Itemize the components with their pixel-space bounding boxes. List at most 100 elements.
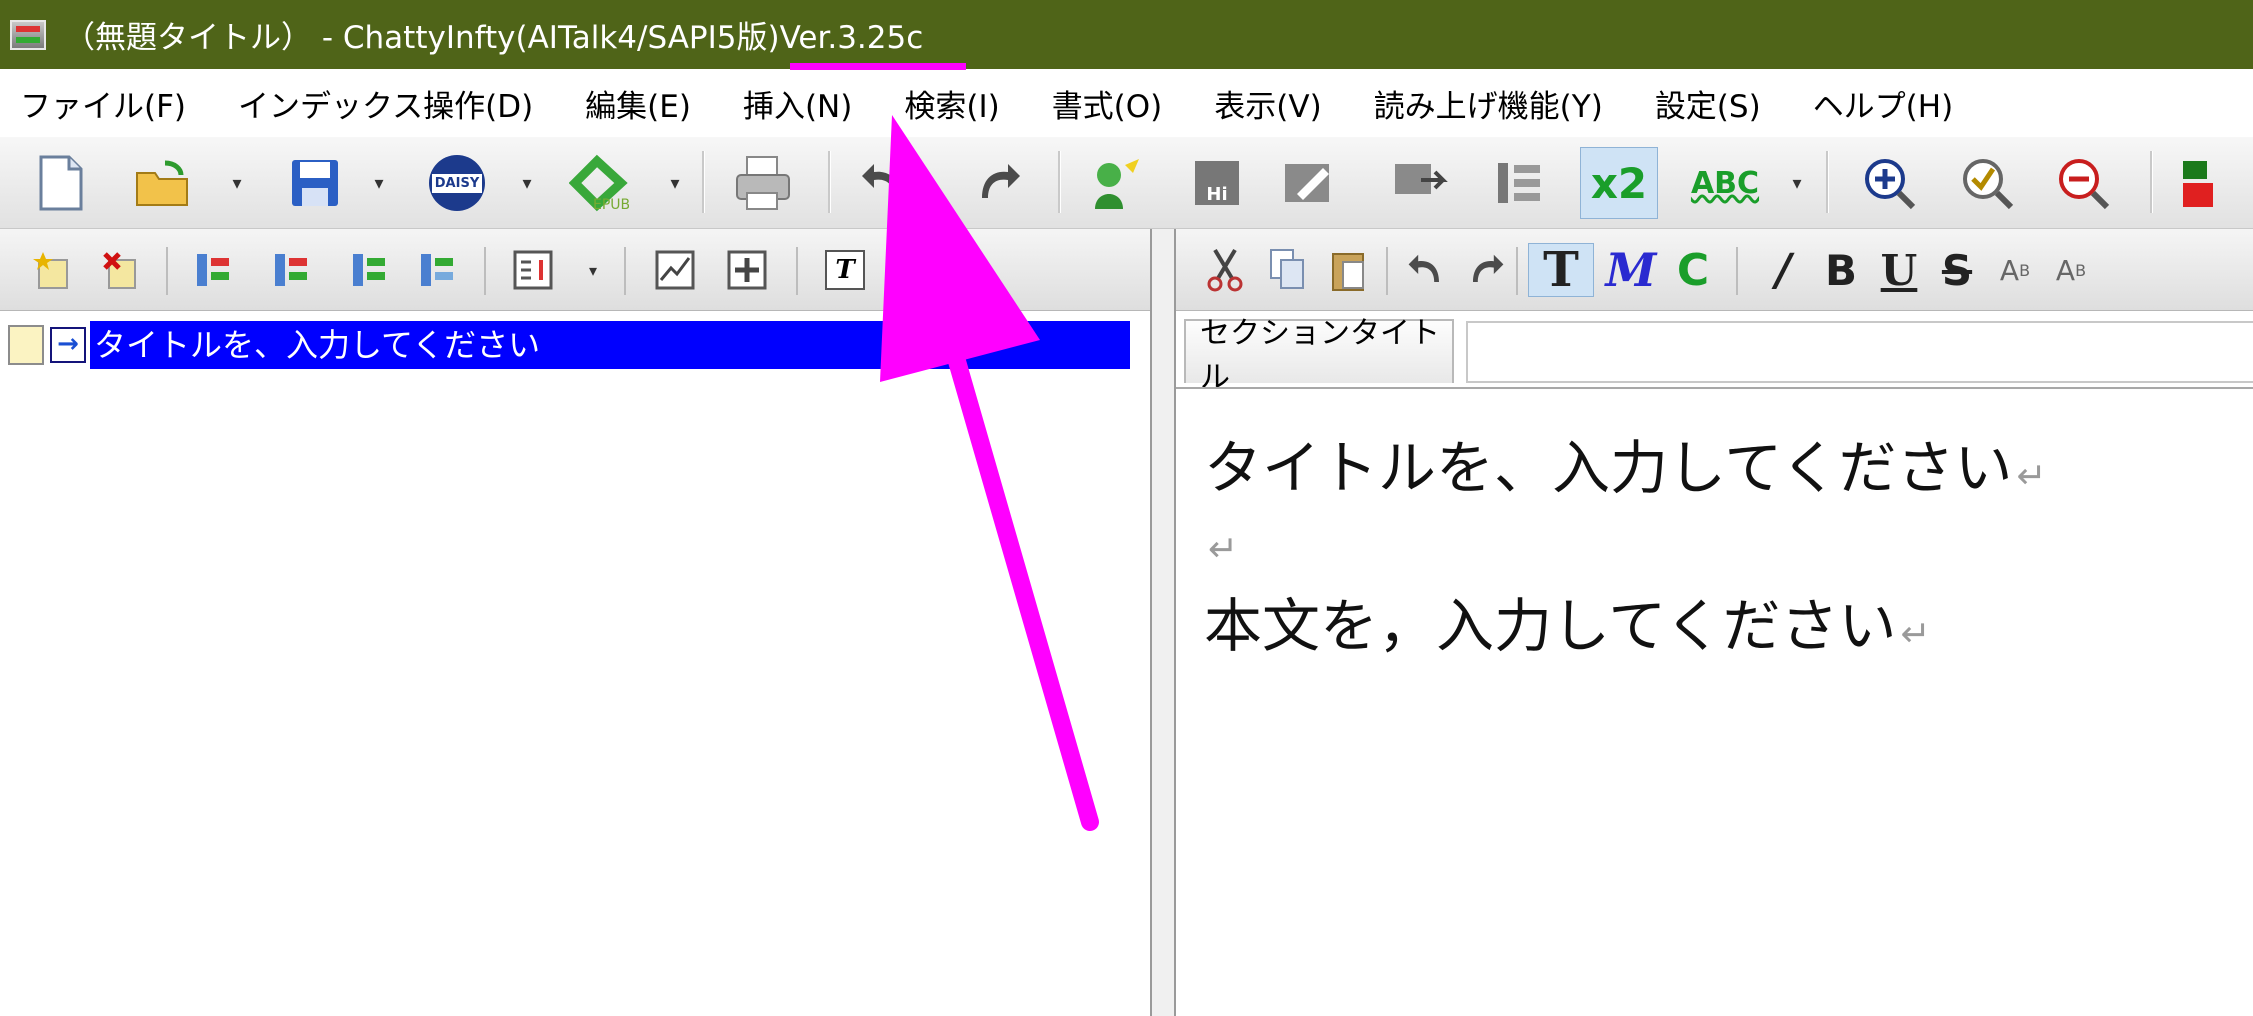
- new-document-icon[interactable]: [28, 147, 94, 219]
- save-dropdown-chevron-icon[interactable]: ▾: [368, 147, 390, 219]
- toolbar-separator: [796, 247, 798, 295]
- export-icon[interactable]: [1388, 147, 1454, 219]
- document-line[interactable]: 本文を，入力してください ↵: [1204, 579, 1931, 663]
- menu-index-operation[interactable]: インデックス操作(D): [238, 81, 533, 126]
- text-style-icon[interactable]: T: [820, 243, 870, 297]
- chemistry-mode-button[interactable]: C: [1668, 243, 1718, 297]
- split-view-icon[interactable]: [508, 243, 558, 297]
- save-icon[interactable]: [282, 147, 348, 219]
- graph-svg: [655, 250, 695, 290]
- list-icon[interactable]: [1486, 147, 1552, 219]
- outdent-icon[interactable]: [412, 243, 462, 297]
- format-toolbar: T M C / B U S AB AB: [1176, 229, 2253, 311]
- indent-icon[interactable]: [344, 243, 394, 297]
- new-item-icon[interactable]: [28, 243, 78, 297]
- open-dropdown-chevron-icon[interactable]: ▾: [226, 147, 248, 219]
- hi-icon[interactable]: Hi: [1184, 147, 1250, 219]
- epub-dropdown-chevron-icon[interactable]: ▾: [664, 147, 686, 219]
- copy-icon[interactable]: [1262, 243, 1312, 297]
- graph-icon[interactable]: [650, 243, 700, 297]
- main-toolbar: ▾ ▾ DAISY ▾ EPUB3 ▾ Hi x2 ABC ▾: [0, 137, 2253, 229]
- spellcheck-abc-icon[interactable]: ABC: [1688, 147, 1762, 219]
- menu-format[interactable]: 書式(O): [1052, 81, 1163, 126]
- zoom-out-icon[interactable]: [2050, 147, 2116, 219]
- daisy-icon[interactable]: DAISY: [424, 147, 490, 219]
- daisy-dropdown-chevron-icon[interactable]: ▾: [516, 147, 538, 219]
- format-redo-icon[interactable]: [1460, 243, 1510, 297]
- undo-svg: [862, 164, 900, 198]
- toolbar-separator: [624, 247, 626, 295]
- subscript-icon[interactable]: AB: [2046, 243, 2096, 297]
- format-undo-svg: [1408, 254, 1439, 282]
- document-line[interactable]: タイトルを、入力してください ↵: [1204, 421, 2047, 505]
- delete-item-icon[interactable]: [96, 243, 146, 297]
- menu-speech[interactable]: 読み上げ機能(Y): [1374, 81, 1603, 126]
- superscript-icon[interactable]: AB: [1990, 243, 2040, 297]
- section-title-tab[interactable]: セクションタイトル: [1184, 316, 1454, 395]
- print-icon[interactable]: [730, 147, 796, 219]
- speaker-svg: [1095, 159, 1139, 209]
- menu-file[interactable]: ファイル(F): [20, 81, 186, 126]
- menu-edit[interactable]: 編集(E): [585, 81, 691, 126]
- paragraph-mark-icon: ↵: [2016, 456, 2047, 497]
- menu-search[interactable]: 検索(I): [904, 81, 999, 126]
- app-icon[interactable]: [10, 19, 46, 50]
- list-svg: [1498, 163, 1540, 203]
- section-title-input[interactable]: [1466, 321, 2253, 383]
- menu-insert[interactable]: 挿入(N): [743, 81, 852, 126]
- menu-view[interactable]: 表示(V): [1214, 81, 1321, 126]
- abc-color-icon[interactable]: [2176, 147, 2242, 219]
- strikethrough-button[interactable]: S: [1932, 243, 1982, 297]
- paragraph-mark-icon: ↵: [1208, 529, 1239, 570]
- toolbar-separator: [1826, 151, 1829, 213]
- zoom-fit-icon[interactable]: [1954, 147, 2020, 219]
- divider: [1176, 387, 2253, 389]
- add-box-svg: [727, 250, 767, 290]
- document-line[interactable]: ↵: [1204, 507, 1238, 575]
- move-down-icon[interactable]: [266, 243, 316, 297]
- abc-dropdown-chevron-icon[interactable]: ▾: [1786, 147, 1808, 219]
- hi-label: Hi: [1206, 184, 1228, 205]
- redo-icon[interactable]: [964, 147, 1030, 219]
- title-bar: （無題タイトル） - ChattyInfty(AITalk4/SAPI5版)Ve…: [0, 0, 2253, 69]
- paste-icon[interactable]: [1324, 243, 1374, 297]
- new-item-svg: [33, 252, 68, 289]
- tree-row[interactable]: → タイトルを、入力してください: [8, 321, 1130, 369]
- undo-icon[interactable]: [852, 147, 918, 219]
- format-undo-icon[interactable]: [1402, 243, 1452, 297]
- cut-icon[interactable]: [1200, 243, 1250, 297]
- print-svg: [736, 156, 790, 210]
- new-document-svg: [39, 155, 83, 211]
- epub3-icon[interactable]: EPUB3: [566, 147, 632, 219]
- menu-help[interactable]: ヘルプ(H): [1813, 81, 1954, 126]
- edit-icon[interactable]: [1276, 147, 1342, 219]
- window-title: （無題タイトル） - ChattyInfty(AITalk4/SAPI5版)Ve…: [64, 20, 924, 56]
- pane-splitter[interactable]: [1150, 229, 1176, 1016]
- bold-button[interactable]: B: [1816, 243, 1866, 297]
- move-down-svg: [275, 254, 307, 286]
- italic-button[interactable]: /: [1758, 243, 1808, 297]
- add-box-icon[interactable]: [722, 243, 772, 297]
- split-view-svg: [513, 250, 553, 290]
- toolbar-separator: [702, 151, 705, 213]
- toolbar-separator: [1386, 247, 1388, 295]
- zoom-in-icon[interactable]: [1856, 147, 1922, 219]
- open-folder-icon[interactable]: [130, 147, 196, 219]
- split-dropdown-chevron-icon[interactable]: ▾: [582, 243, 604, 297]
- speaker-icon[interactable]: [1082, 147, 1148, 219]
- tree-node-label[interactable]: タイトルを、入力してください: [90, 321, 1130, 369]
- outdent-svg: [421, 254, 453, 286]
- x2-label: x2: [1590, 158, 1648, 208]
- edit-svg: [1285, 164, 1329, 202]
- format-redo-svg: [1473, 254, 1504, 282]
- document-line-text: タイトルを、入力してください: [1204, 434, 2013, 502]
- subscript-x2-icon[interactable]: x2: [1580, 147, 1658, 219]
- text-mode-button[interactable]: T: [1528, 242, 1594, 298]
- menu-settings[interactable]: 設定(S): [1655, 81, 1761, 126]
- move-up-icon[interactable]: [188, 243, 238, 297]
- math-mode-button[interactable]: M: [1606, 243, 1657, 297]
- underline-button[interactable]: U: [1874, 243, 1924, 297]
- annotation-underline: [790, 63, 966, 70]
- page-icon: [8, 325, 44, 365]
- paste-svg: [1332, 253, 1364, 291]
